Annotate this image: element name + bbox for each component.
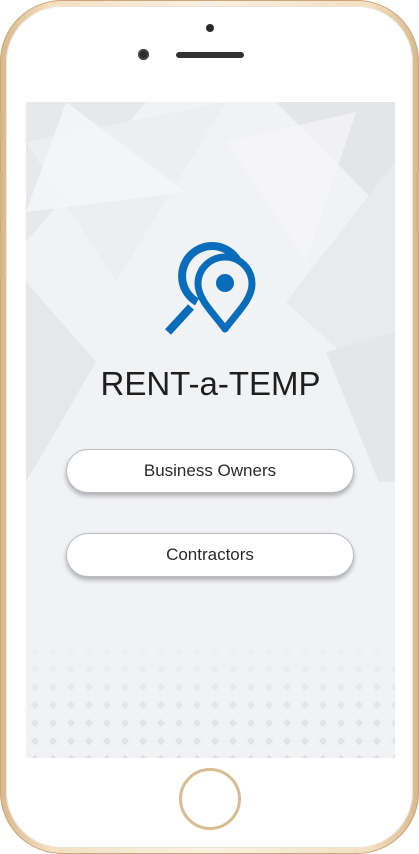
front-camera: [138, 49, 149, 60]
location-search-logo-icon: [165, 242, 256, 335]
business-owners-button[interactable]: Business Owners: [66, 449, 354, 493]
background-pattern: [26, 102, 395, 758]
volume-up-button: [0, 172, 3, 218]
home-button[interactable]: [179, 768, 241, 830]
phone-mockup: RENT-a-TEMP Business Owners Contractors: [0, 0, 419, 854]
app-title: RENT-a-TEMP: [100, 365, 321, 402]
proximity-sensor: [206, 24, 214, 32]
silent-switch: [0, 112, 3, 138]
earpiece-speaker: [176, 52, 244, 58]
contractors-button[interactable]: Contractors: [66, 533, 354, 577]
volume-down-button: [0, 232, 3, 278]
app-screen: RENT-a-TEMP Business Owners Contractors: [26, 102, 395, 758]
